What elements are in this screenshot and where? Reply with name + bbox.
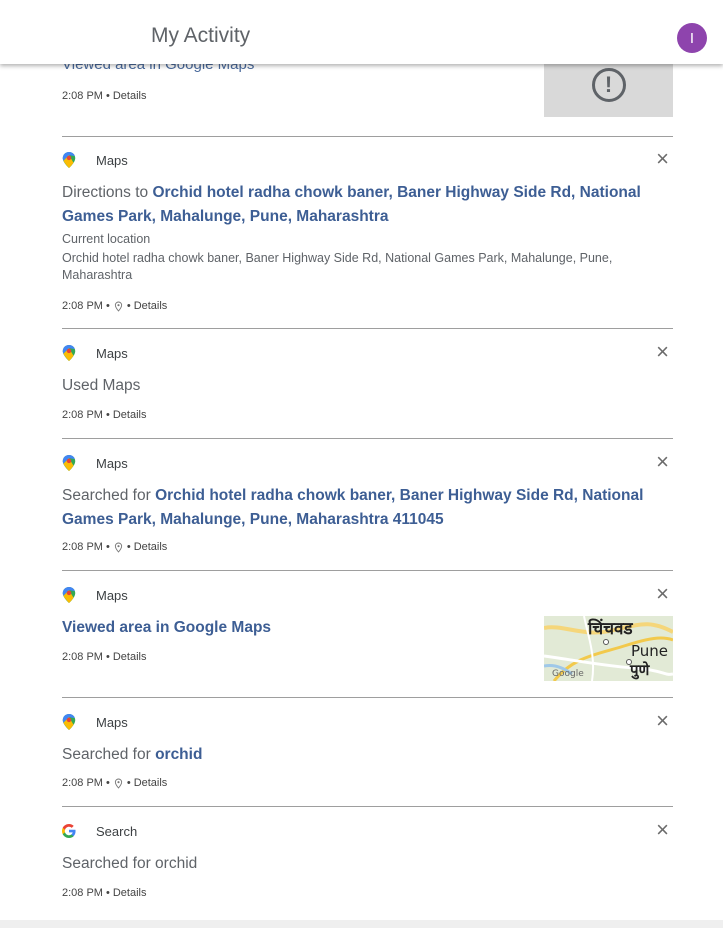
location-pin-icon[interactable] <box>114 778 123 789</box>
delete-item-icon[interactable]: × <box>656 148 669 170</box>
details-link[interactable]: Details <box>113 887 147 899</box>
item-time: 2:08 PM <box>62 541 103 553</box>
details-link[interactable]: Details <box>113 651 147 663</box>
location-pin-icon[interactable] <box>114 542 123 553</box>
meta-separator: • <box>105 777 110 789</box>
meta-separator: • <box>126 300 131 312</box>
meta-separator: • <box>105 887 110 899</box>
item-time: 2:08 PM <box>62 777 103 789</box>
meta-separator: • <box>105 90 110 102</box>
details-link[interactable]: Details <box>134 777 168 789</box>
product-row: Maps <box>62 345 128 361</box>
item-meta: 2:08 PM • Details <box>62 409 146 421</box>
item-headline: Used Maps <box>62 377 141 394</box>
details-link[interactable]: Details <box>134 541 168 553</box>
meta-separator: • <box>105 541 110 553</box>
delete-item-icon[interactable]: × <box>656 819 669 841</box>
headline-prefix: Searched for <box>62 746 156 763</box>
destination-text: Orchid hotel radha chowk baner, Baner Hi… <box>62 251 613 282</box>
delete-item-icon[interactable]: × <box>656 710 669 732</box>
details-link[interactable]: Details <box>113 90 147 102</box>
delete-item-icon[interactable]: × <box>656 341 669 363</box>
item-headline: Searched for orchid <box>62 743 673 767</box>
delete-item-icon[interactable]: × <box>656 451 669 473</box>
page-title: My Activity <box>151 24 251 47</box>
activity-item-viewed-area: Maps × Viewed area in Google Maps 2:08 P… <box>62 571 673 698</box>
product-row: Maps <box>62 714 128 730</box>
map-label-chinchwad: चिंचवड <box>587 618 633 639</box>
maps-pin-icon <box>62 345 76 361</box>
details-link[interactable]: Details <box>134 300 168 312</box>
map-label-pune: Pune <box>631 642 668 660</box>
activity-item-search-orchid-hotel: Maps × Searched for Orchid hotel radha c… <box>62 439 673 571</box>
meta-separator: • <box>105 409 110 421</box>
meta-separator: • <box>105 651 110 663</box>
product-row: Search <box>62 823 137 839</box>
delete-item-icon[interactable]: × <box>656 583 669 605</box>
item-time: 2:08 PM <box>62 300 103 312</box>
location-pin-icon[interactable] <box>114 301 123 312</box>
item-meta: 2:08 PM • • Details <box>62 300 167 312</box>
avatar[interactable]: I <box>677 23 707 53</box>
headline-prefix: Searched for <box>62 487 156 504</box>
item-time: 2:08 PM <box>62 90 103 102</box>
item-meta: 2:08 PM • • Details <box>62 541 167 553</box>
item-headline: Searched for Orchid hotel radha chowk ba… <box>62 484 673 532</box>
item-meta: 2:08 PM • Details <box>62 651 146 663</box>
activity-page: My Activity I Viewed area in Google Maps… <box>0 0 723 920</box>
search-query-link[interactable]: orchid <box>155 746 202 763</box>
activity-item-search-orchid-maps: Maps × Searched for orchid 2:08 PM • • D… <box>62 698 673 807</box>
map-label-pune-mr: पुणे <box>629 661 651 680</box>
details-link[interactable]: Details <box>113 409 147 421</box>
product-label: Maps <box>96 455 128 471</box>
product-label: Maps <box>96 345 128 361</box>
product-label: Search <box>96 823 138 839</box>
bottom-edge <box>0 920 723 928</box>
item-meta: 2:08 PM • Details <box>62 887 146 899</box>
product-label: Maps <box>96 587 128 603</box>
google-g-icon <box>62 824 76 838</box>
google-logo: Google <box>552 669 584 679</box>
app-header: My Activity I <box>0 0 723 64</box>
meta-separator: • <box>126 777 131 789</box>
map-thumbnail[interactable]: चिंचवड Pune पुणे Google <box>544 616 673 681</box>
maps-pin-icon <box>62 455 76 471</box>
product-row: Maps <box>62 587 128 603</box>
product-label: Maps <box>96 714 128 730</box>
avatar-letter: I <box>689 29 695 47</box>
product-row: Maps <box>62 455 128 471</box>
item-time: 2:08 PM <box>62 887 103 899</box>
item-headline: Directions to Orchid hotel radha chowk b… <box>62 181 673 229</box>
meta-separator: • <box>126 541 131 553</box>
item-time: 2:08 PM <box>62 409 103 421</box>
maps-pin-icon <box>62 714 76 730</box>
headline-prefix: Directions to <box>62 184 153 201</box>
origin-text: Current location <box>62 232 151 246</box>
activity-item-directions: Maps × Directions to Orchid hotel radha … <box>62 136 673 329</box>
product-label: Maps <box>96 152 128 168</box>
item-meta: 2:08 PM • • Details <box>62 777 167 789</box>
item-meta: 2:08 PM • Details <box>62 90 146 102</box>
maps-pin-icon <box>62 587 76 603</box>
warning-icon: ! <box>591 67 626 102</box>
activity-item-search-orchid-google: Search × Searched for orchid 2:08 PM • D… <box>62 807 673 917</box>
activity-item-used-maps: Maps × Used Maps 2:08 PM • Details <box>62 329 673 439</box>
item-time: 2:08 PM <box>62 651 103 663</box>
map-thumbnail-image: चिंचवड Pune पुणे Google <box>544 616 673 681</box>
item-headline: Searched for orchid <box>62 855 198 872</box>
maps-pin-icon <box>62 152 76 168</box>
product-row: Maps <box>62 152 128 168</box>
meta-separator: • <box>105 300 110 312</box>
